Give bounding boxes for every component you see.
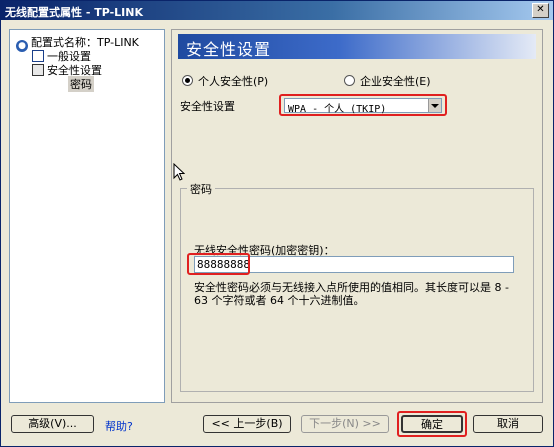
- security-setting-value: WPA - 个人 (TKIP): [288, 104, 387, 115]
- password-description: 安全性密码必须与无线接入点所使用的值相同。其长度可以是 8 - 63 个字符或者…: [194, 281, 509, 307]
- personal-security-label: 个人安全性(P): [198, 75, 269, 88]
- properties-window: 无线配置式属性 - TP-LINK ✕ ● 配置式名称：TP-LINK 一般设置 …: [0, 0, 554, 447]
- password-group: 密码 无线安全性密码(加密密钥)： 88888888 安全性密码必须与无线接入点…: [180, 181, 534, 392]
- security-setting-label: 安全性设置: [180, 100, 235, 113]
- section-title: 安全性设置: [186, 40, 272, 59]
- ok-button[interactable]: 确定: [401, 415, 463, 433]
- radio-indicator-selected: [182, 75, 193, 86]
- enterprise-security-radio[interactable]: 企业安全性(E): [344, 73, 431, 89]
- help-link[interactable]: 帮助?: [105, 418, 133, 434]
- security-select-highlight: WPA - 个人 (TKIP): [279, 94, 447, 116]
- mouse-cursor-icon: [173, 163, 185, 181]
- password-highlight: [187, 253, 250, 275]
- tree-item-password[interactable]: 密码: [68, 76, 94, 92]
- dropdown-arrow-icon[interactable]: [428, 99, 441, 112]
- title-bar[interactable]: 无线配置式属性 - TP-LINK ✕: [1, 1, 553, 20]
- personal-security-radio[interactable]: 个人安全性(P): [182, 73, 268, 89]
- security-setting-select[interactable]: WPA - 个人 (TKIP): [284, 98, 442, 115]
- window-title: 无线配置式属性 - TP-LINK: [5, 6, 143, 19]
- enterprise-security-label: 企业安全性(E): [360, 75, 431, 88]
- close-button[interactable]: ✕: [532, 3, 549, 18]
- tree-item-password-label: 密码: [70, 78, 92, 91]
- back-button[interactable]: << 上一步(B): [203, 415, 291, 433]
- settings-tree: ● 配置式名称：TP-LINK 一般设置 安全性设置 密码: [9, 29, 165, 403]
- cancel-button[interactable]: 取消: [473, 415, 543, 433]
- radio-indicator: [344, 75, 355, 86]
- profile-globe-icon: ●: [16, 40, 28, 52]
- advanced-button[interactable]: 高级(V)...: [11, 415, 94, 433]
- section-header: 安全性设置: [178, 34, 536, 59]
- next-button[interactable]: 下一步(N) >>: [301, 415, 389, 433]
- password-group-title: 密码: [187, 181, 215, 197]
- content-panel: 安全性设置 个人安全性(P) 企业安全性(E) 安全性设置 WPA - 个人 (…: [171, 29, 543, 403]
- lock-icon: [32, 64, 44, 76]
- user-icon: [32, 50, 44, 62]
